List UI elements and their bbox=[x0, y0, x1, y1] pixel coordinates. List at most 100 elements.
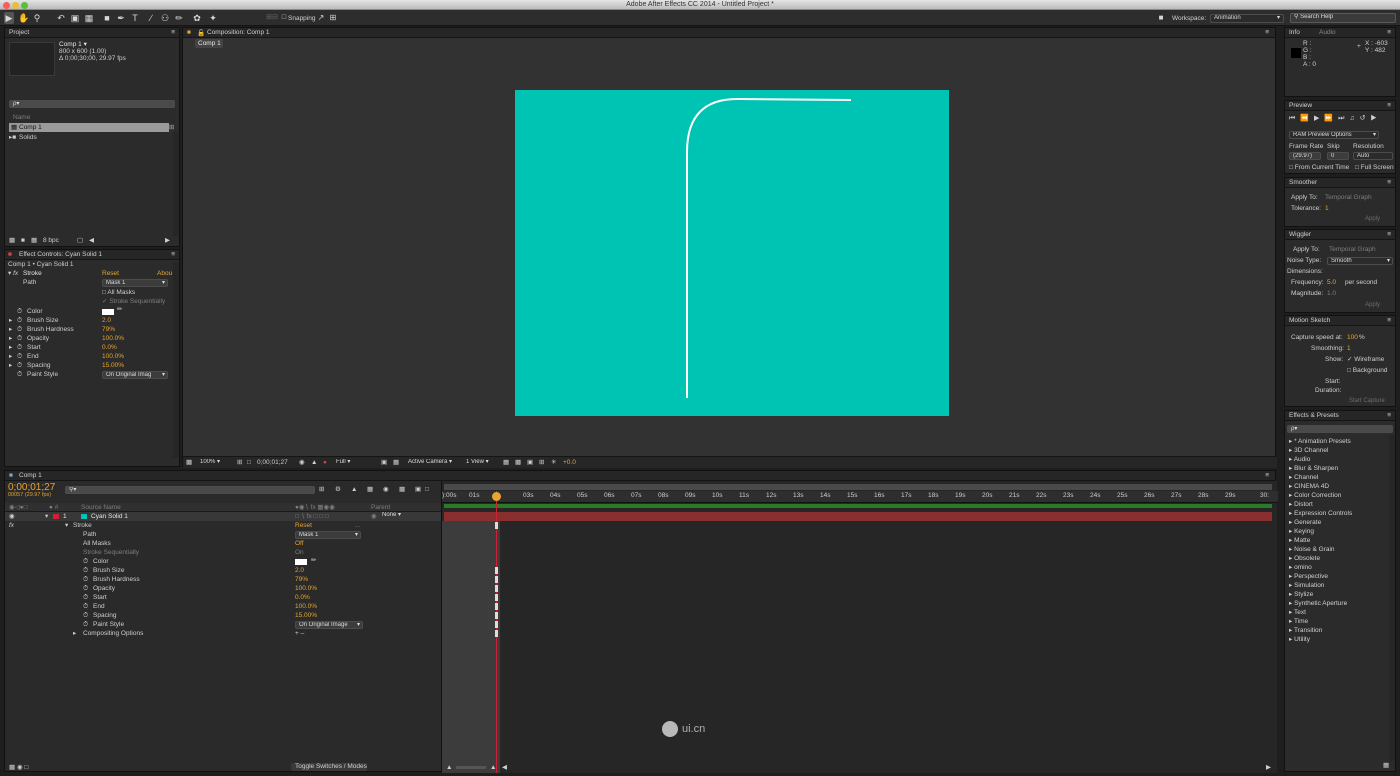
brush-size-value[interactable]: 2.0 bbox=[102, 316, 111, 325]
camera-select[interactable]: Active Camera ▾ bbox=[405, 459, 461, 467]
hand-tool-icon[interactable]: ✋ bbox=[18, 12, 29, 24]
brush-hardness-value[interactable]: 79% bbox=[102, 325, 115, 334]
opacity-value[interactable]: 100.0% bbox=[295, 584, 317, 593]
brainstorm-icon[interactable]: ▣ bbox=[415, 485, 421, 494]
brush-hardness-value[interactable]: 79% bbox=[295, 575, 308, 584]
project-item-comp1[interactable]: ▦ Comp 1 bbox=[9, 123, 169, 132]
effects-category[interactable]: ▸ Blur & Sharpen bbox=[1289, 464, 1338, 473]
av-features-icon[interactable]: ◉◁●□ bbox=[9, 503, 28, 512]
cyan-solid-layer[interactable] bbox=[515, 90, 949, 416]
bpc-label[interactable]: 8 bpc bbox=[43, 236, 59, 245]
playhead-handle[interactable] bbox=[492, 492, 501, 501]
end-value[interactable]: 100.0% bbox=[295, 602, 317, 611]
show-snapshot-icon[interactable]: ▲ bbox=[311, 458, 317, 467]
smoother-apply-button[interactable]: Apply bbox=[1365, 216, 1380, 222]
keyframe[interactable] bbox=[495, 612, 498, 619]
frame-rate-select[interactable]: (29.97) bbox=[1289, 152, 1321, 160]
stroke-sequentially-value[interactable]: On bbox=[295, 548, 304, 557]
scroll-left-icon[interactable]: ◀ bbox=[89, 236, 94, 245]
stopwatch-icon[interactable]: ⏱ bbox=[83, 566, 88, 575]
preview-resolution-select[interactable]: Auto bbox=[1353, 152, 1393, 160]
effects-category[interactable]: ▸ Text bbox=[1289, 608, 1306, 617]
parent-header[interactable]: Parent bbox=[371, 503, 390, 512]
workspace-icon[interactable]: ■ bbox=[1154, 12, 1168, 24]
panel-menu-icon[interactable]: ≡ bbox=[1387, 317, 1391, 324]
toggle-switches-modes-button[interactable]: Toggle Switches / Modes bbox=[291, 763, 367, 771]
expand-arrow-icon[interactable]: ▸ bbox=[9, 325, 12, 334]
timeline-scrollbar[interactable] bbox=[1268, 521, 1274, 761]
puppet-tool-icon[interactable]: ✦ bbox=[208, 12, 218, 24]
effects-presets-tab[interactable]: Effects & Presets bbox=[1289, 412, 1339, 419]
stopwatch-icon[interactable]: ⏱ bbox=[17, 325, 22, 334]
stopwatch-icon[interactable]: ⏱ bbox=[83, 584, 88, 593]
add-remove-mask-buttons[interactable]: + – bbox=[295, 629, 304, 638]
comp-subtab[interactable]: Comp 1 bbox=[195, 39, 223, 48]
new-folder-icon[interactable]: ■ bbox=[21, 236, 25, 245]
effects-category[interactable]: ▸ 3D Channel bbox=[1289, 446, 1328, 455]
spacing-value[interactable]: 15.00% bbox=[102, 361, 124, 370]
effects-category[interactable]: ▸ Time bbox=[1289, 617, 1308, 626]
path-select[interactable]: Mask 1 ▾ bbox=[102, 279, 168, 287]
pan-behind-tool-icon[interactable]: ▦ bbox=[84, 12, 94, 24]
exposure-value[interactable]: +0.0 bbox=[563, 458, 576, 467]
rectangle-tool-icon[interactable]: ■ bbox=[102, 12, 112, 24]
zoom-tool-icon[interactable]: ⚲ bbox=[32, 12, 42, 24]
label-column-icon[interactable]: ● # bbox=[49, 503, 58, 512]
pen-tool-icon[interactable]: ✒ bbox=[116, 12, 126, 24]
end-value[interactable]: 100.0% bbox=[102, 352, 124, 361]
roto-brush-tool-icon[interactable]: ✿ bbox=[192, 12, 202, 24]
timeline-tab[interactable]: Comp 1 bbox=[19, 472, 42, 479]
from-current-time-checkbox[interactable]: □ From Current Time bbox=[1289, 163, 1349, 172]
fast-previews-icon[interactable]: ▩ bbox=[515, 458, 521, 467]
color-channel-icon[interactable]: ● bbox=[323, 458, 327, 467]
motion-blur-icon[interactable]: ◉ bbox=[383, 485, 389, 494]
stopwatch-icon[interactable]: ⏱ bbox=[17, 352, 22, 361]
noise-type-select[interactable]: Smooth ▾ bbox=[1327, 257, 1393, 265]
smoothing-value[interactable]: 1 bbox=[1347, 344, 1351, 353]
effect-name[interactable]: Stroke bbox=[73, 521, 92, 530]
compositing-options-label[interactable]: Compositing Options bbox=[83, 629, 143, 638]
time-ruler[interactable]: ):00s 01s 03s 04s 05s 06s 07s 08s 09s 10… bbox=[442, 491, 1278, 503]
effects-category[interactable]: ▸ Generate bbox=[1289, 518, 1321, 527]
stroke-sequentially-checkbox[interactable]: ✓ Stroke Sequentially bbox=[102, 297, 165, 306]
workspace-select[interactable]: Animation ▾ bbox=[1210, 14, 1284, 23]
keyframe[interactable] bbox=[495, 576, 498, 583]
expand-arrow-icon[interactable]: ▾ bbox=[45, 512, 48, 521]
clone-stamp-tool-icon[interactable]: ⚇ bbox=[160, 12, 170, 24]
start-value[interactable]: 0.0% bbox=[295, 593, 310, 602]
stopwatch-icon[interactable]: ⏱ bbox=[83, 575, 88, 584]
project-search-input[interactable]: ρ▾ bbox=[9, 100, 175, 108]
snapping-checkbox[interactable]: □ bbox=[280, 12, 288, 24]
effects-category[interactable]: ▸ Synthetic Aperture bbox=[1289, 599, 1347, 608]
effects-category[interactable]: ▸ Color Correction bbox=[1289, 491, 1341, 500]
spacing-value[interactable]: 15.00% bbox=[295, 611, 317, 620]
effects-category[interactable]: ▸ CINEMA 4D bbox=[1289, 482, 1329, 491]
snapshot-icon[interactable]: ◉ bbox=[299, 458, 305, 467]
frame-blending-icon[interactable]: ▦ bbox=[367, 485, 373, 494]
about-link[interactable]: Abou bbox=[157, 269, 172, 278]
new-comp-icon[interactable]: ▦ bbox=[31, 236, 37, 245]
reset-link[interactable]: Reset bbox=[102, 269, 119, 278]
wiggler-tab[interactable]: Wiggler bbox=[1289, 231, 1311, 238]
pixel-aspect-icon[interactable]: ▦ bbox=[503, 458, 509, 467]
effects-category[interactable]: ▸ Obsolete bbox=[1289, 554, 1320, 563]
motion-sketch-tab[interactable]: Motion Sketch bbox=[1289, 317, 1330, 324]
expand-arrow-icon[interactable]: ▸ bbox=[9, 316, 12, 325]
panel-menu-icon[interactable]: ≡ bbox=[1387, 179, 1391, 186]
effects-category[interactable]: ▸ Utility bbox=[1289, 635, 1310, 644]
type-tool-icon[interactable]: T bbox=[130, 12, 140, 24]
layer-switches[interactable]: □ ∖ fx □ □ □ bbox=[295, 512, 329, 521]
effect-name[interactable]: Stroke bbox=[23, 269, 42, 278]
project-scrollbar[interactable] bbox=[173, 132, 179, 236]
panel-menu-icon[interactable]: ≡ bbox=[171, 251, 175, 258]
color-swatch[interactable] bbox=[102, 309, 114, 315]
effect-controls-scrollbar[interactable] bbox=[173, 262, 179, 458]
comp-timecode[interactable]: 0;00;01;27 bbox=[257, 458, 288, 467]
fx-toggle-icon[interactable]: ▾ fx bbox=[8, 269, 18, 278]
start-value[interactable]: 0.0% bbox=[102, 343, 117, 352]
scroll-right-icon[interactable]: ▶ bbox=[1266, 763, 1271, 772]
capture-speed-value[interactable]: 100 bbox=[1347, 333, 1358, 342]
paint-style-select[interactable]: On Original Imag ▾ bbox=[102, 371, 168, 379]
magnitude-value[interactable]: 1.0 bbox=[1327, 289, 1336, 298]
camera-tool-icon[interactable]: ▣ bbox=[70, 12, 80, 24]
